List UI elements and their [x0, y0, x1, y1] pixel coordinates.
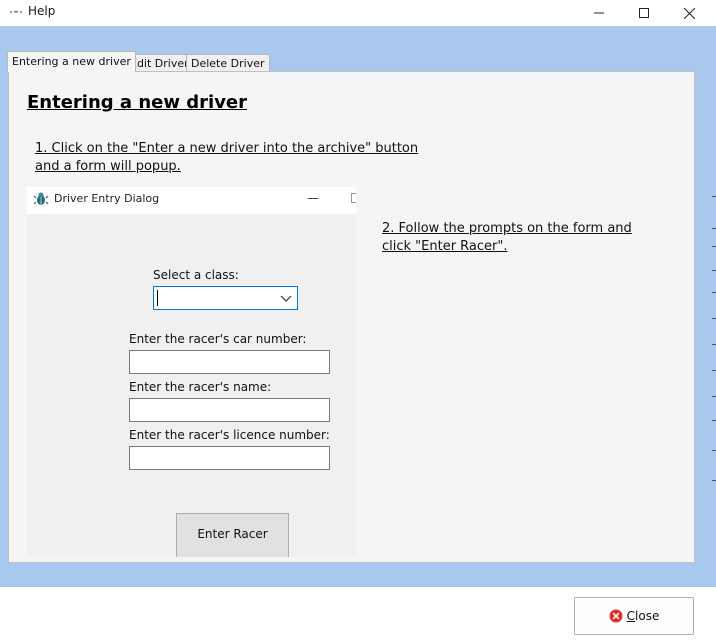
enter-racer-label: Enter Racer — [197, 527, 268, 541]
enter-racer-button: Enter Racer — [176, 513, 289, 557]
close-mnemonic: C — [626, 609, 636, 623]
close-rest: lose — [635, 609, 660, 623]
licence-number-label: Enter the racer's licence number: — [129, 428, 330, 442]
edge-artifact — [712, 228, 716, 229]
window-titlebar: Help — [0, 0, 716, 26]
edge-artifact — [712, 196, 716, 197]
chevron-down-icon — [280, 295, 292, 302]
page-title: Entering a new driver — [27, 92, 248, 113]
close-button[interactable]: Close — [574, 597, 694, 635]
edge-artifact — [712, 344, 716, 345]
edge-artifact — [712, 270, 716, 271]
close-icon — [683, 7, 695, 19]
edge-artifact — [712, 246, 716, 247]
dialog-title: Driver Entry Dialog — [54, 192, 160, 205]
tab-delete-driver[interactable]: Delete Driver — [186, 54, 270, 72]
red-x-circle-icon — [609, 609, 623, 623]
window-title: Help — [28, 4, 56, 18]
maximize-button[interactable] — [621, 0, 667, 26]
dialog-titlebar: Driver Entry Dialog — — [27, 187, 356, 214]
edge-artifact — [712, 318, 716, 319]
car-number-label: Enter the racer's car number: — [129, 332, 307, 346]
edge-artifact — [712, 292, 716, 293]
edge-artifact — [712, 396, 716, 397]
edge-artifact — [712, 420, 716, 421]
close-window-button[interactable] — [666, 0, 712, 26]
tab-entering-new-driver[interactable]: Entering a new driver — [7, 51, 136, 72]
instruction-step-2: 2. Follow the prompts on the form and cl… — [382, 221, 632, 254]
close-button-label: Close — [627, 609, 660, 623]
class-select — [153, 286, 298, 310]
licence-number-field — [129, 446, 330, 470]
app-dots-icon — [10, 11, 22, 13]
text-caret — [157, 290, 158, 306]
dialog-minimize-icon: — — [307, 191, 319, 205]
bug-icon — [33, 192, 49, 205]
minimize-icon — [594, 12, 604, 14]
racer-name-label: Enter the racer's name: — [129, 380, 272, 394]
racer-name-field — [129, 398, 330, 422]
minimize-button[interactable] — [576, 0, 622, 26]
edge-artifact — [712, 480, 716, 481]
edge-artifact — [712, 370, 716, 371]
maximize-icon — [639, 8, 649, 18]
instruction-step-1: 1. Click on the "Enter a new driver into… — [35, 141, 419, 174]
car-number-field — [129, 350, 330, 374]
select-class-label: Select a class: — [153, 268, 239, 282]
dialog-maximize-icon — [351, 193, 356, 203]
driver-entry-dialog-screenshot: Driver Entry Dialog — Select a class: En… — [27, 187, 356, 557]
edge-artifact — [712, 450, 716, 451]
